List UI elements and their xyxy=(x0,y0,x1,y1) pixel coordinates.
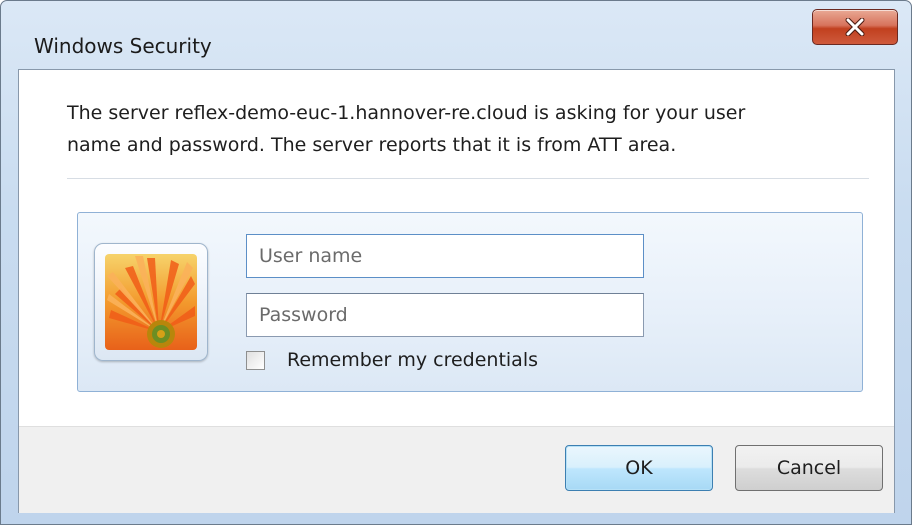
windows-security-dialog: Windows Security The server reflex-demo-… xyxy=(0,0,912,525)
flower-icon xyxy=(105,254,197,350)
server-message: The server reflex-demo-euc-1.hannover-re… xyxy=(67,102,746,156)
dialog-title: Windows Security xyxy=(34,34,212,58)
remember-checkbox[interactable] xyxy=(246,350,265,370)
separator xyxy=(67,178,869,179)
password-input[interactable] xyxy=(246,293,644,337)
close-button[interactable] xyxy=(812,9,898,45)
remember-label: Remember my credentials xyxy=(287,349,539,371)
user-tile xyxy=(94,243,208,361)
ok-button[interactable]: OK xyxy=(565,445,713,491)
dialog-body: The server reflex-demo-euc-1.hannover-re… xyxy=(18,69,895,513)
cancel-button[interactable]: Cancel xyxy=(735,445,883,491)
close-icon xyxy=(845,18,865,36)
remember-credentials-option[interactable]: Remember my credentials xyxy=(246,347,538,373)
username-input[interactable] xyxy=(246,234,644,278)
button-bar: OK Cancel xyxy=(19,426,894,513)
credential-panel: Remember my credentials xyxy=(77,212,863,392)
title-bar[interactable]: Windows Security xyxy=(1,1,911,67)
